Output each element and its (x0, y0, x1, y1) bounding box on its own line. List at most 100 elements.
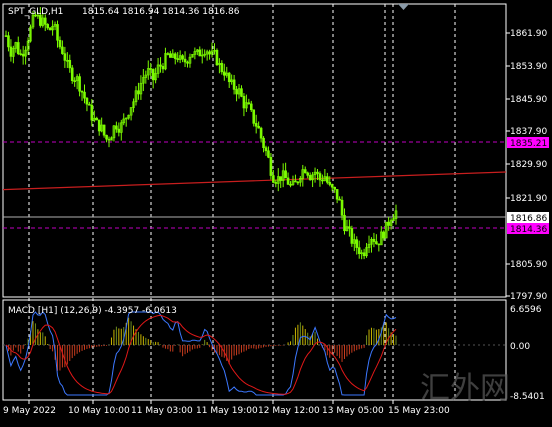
chart-symbol: SPT_GLD,H1 (8, 7, 63, 17)
candle-body (382, 231, 386, 239)
candle-body (262, 137, 265, 149)
candle-body (7, 35, 10, 48)
time-label: 13 May 05:00 (322, 406, 384, 416)
moving-average-line (2, 171, 507, 191)
candle-body (306, 172, 309, 176)
candle-body (235, 89, 238, 95)
candlestick-series (4, 6, 398, 260)
candle-body (68, 59, 72, 69)
candle-body (343, 215, 346, 232)
candle-body (240, 88, 243, 97)
candle-body (186, 61, 189, 64)
candle-body (83, 91, 86, 99)
candle-body (166, 53, 170, 55)
candle-body (159, 64, 162, 67)
candle-body (357, 247, 361, 254)
candle-body (348, 226, 351, 229)
candle-body (350, 228, 354, 244)
trading-chart[interactable]: SPT_GLD,H1 1815.64 1816.94 1814.36 1816.… (0, 0, 552, 423)
candle-body (232, 79, 236, 90)
price-tick: 1805.90 (510, 260, 547, 270)
candle-body (377, 243, 381, 246)
candle-body (308, 175, 312, 181)
candle-body (176, 58, 179, 60)
candle-body (70, 67, 74, 82)
price-tick: 1853.90 (510, 62, 547, 72)
price-axis: 1861.90 1853.90 1845.90 1837.90 1829.90 … (506, 29, 547, 302)
time-label: 9 May 2022 (3, 406, 56, 416)
candle-body (58, 39, 62, 48)
candle-body (247, 102, 251, 105)
chart-ohlc: 1815.64 1816.94 1814.36 1816.86 (82, 7, 240, 17)
candle-body (97, 119, 101, 132)
time-label: 10 May 10:00 (68, 406, 130, 416)
candle-body (284, 170, 287, 179)
candle-body (387, 221, 390, 226)
candle-body (137, 90, 140, 95)
time-axis: 9 May 2022 10 May 10:00 11 May 03:00 11 … (3, 400, 450, 416)
candle-body (340, 199, 344, 216)
candle-body (43, 17, 47, 25)
price-tick: 1821.90 (510, 194, 547, 204)
upper-level-label: 1835.21 (510, 139, 547, 149)
candle-body (16, 42, 20, 55)
candle-body (19, 53, 23, 56)
candle-body (117, 128, 121, 133)
candle-body (259, 127, 263, 139)
candle-body (85, 97, 89, 105)
candle-body (161, 66, 165, 70)
main-panel-frame (2, 3, 507, 298)
macd-axis: 6.6596 0.00 -8.5401 (510, 305, 545, 402)
candle-body (372, 238, 376, 242)
candle-body (223, 71, 226, 76)
candle-body (321, 179, 324, 182)
candle-body (220, 63, 224, 73)
time-label: 11 May 19:00 (196, 406, 258, 416)
candle-body (21, 53, 25, 57)
candle-body (274, 182, 278, 184)
candle-body (318, 173, 322, 181)
candle-body (294, 180, 297, 183)
candle-body (80, 90, 84, 93)
candle-body (215, 49, 219, 66)
price-tick: 1837.90 (510, 127, 547, 137)
candle-body (90, 104, 94, 121)
candle-body (330, 184, 334, 188)
candle-body (335, 189, 339, 200)
candle-body (338, 198, 341, 201)
candle-body (78, 76, 81, 92)
candle-body (73, 80, 76, 83)
candle-body (252, 109, 256, 124)
candle-body (149, 68, 153, 70)
candle-body (355, 239, 359, 248)
candle-body (4, 35, 8, 37)
candle-body (333, 186, 336, 190)
candle-body (362, 252, 366, 257)
macd-tick: 0.00 (510, 342, 530, 352)
candle-body (56, 24, 59, 41)
candle-body (105, 134, 108, 140)
candle-body (227, 72, 231, 83)
scroll-marker-icon[interactable] (398, 4, 409, 10)
lower-level-label: 1814.36 (510, 225, 547, 235)
candle-body (257, 125, 260, 129)
candle-body (286, 177, 290, 185)
candle-body (107, 138, 111, 141)
candle-body (61, 46, 64, 54)
price-tick: 1797.90 (510, 292, 547, 302)
candle-body (181, 55, 184, 60)
macd-title: MACD [H1] (12,26,9) -4.3957 -6.0613 (8, 306, 177, 316)
macd-tick: 6.6596 (510, 305, 542, 315)
candle-body (198, 49, 202, 57)
time-label: 11 May 03:00 (131, 406, 193, 416)
current-price-label: 1816.86 (510, 214, 547, 224)
candle-body (296, 181, 300, 184)
candle-body (242, 96, 246, 109)
price-tick: 1861.90 (510, 29, 547, 39)
candle-body (316, 171, 319, 174)
candle-body (303, 169, 307, 174)
price-tick: 1829.90 (510, 160, 547, 170)
time-label: 12 May 12:00 (258, 406, 320, 416)
candle-body (279, 176, 283, 181)
candle-body (208, 51, 211, 55)
